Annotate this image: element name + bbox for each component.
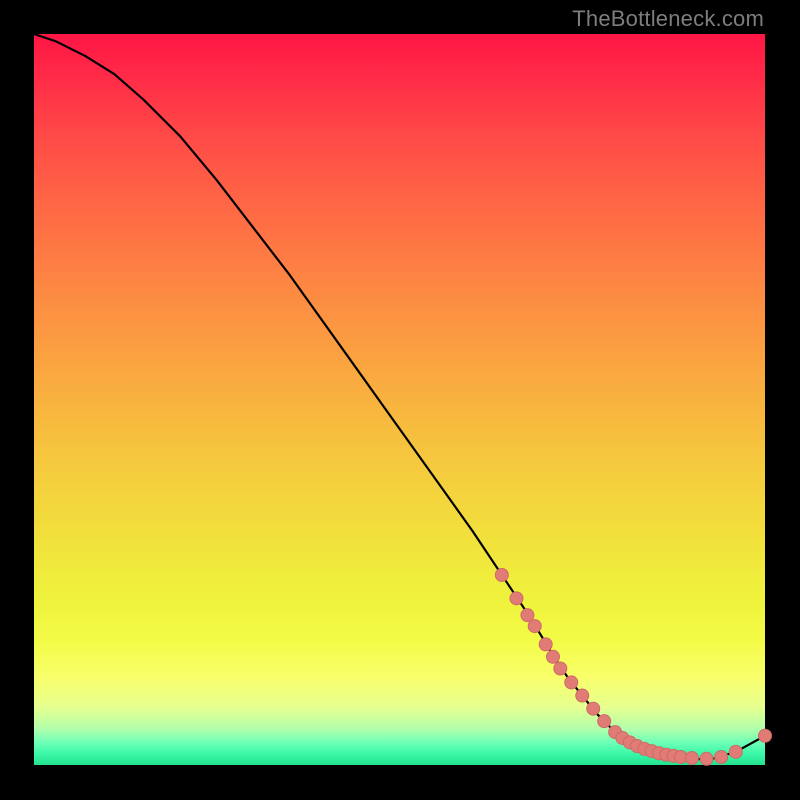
data-point <box>715 750 728 763</box>
data-point <box>700 752 713 765</box>
bottleneck-curve <box>34 34 765 759</box>
data-point <box>547 650 560 663</box>
data-point <box>554 662 567 675</box>
data-point <box>539 638 552 651</box>
data-point <box>587 702 600 715</box>
data-point <box>729 745 742 758</box>
data-point <box>495 568 508 581</box>
chart-overlay <box>34 34 765 765</box>
chart-container: TheBottleneck.com <box>0 0 800 800</box>
data-point <box>528 620 541 633</box>
data-points <box>495 568 771 765</box>
data-point <box>510 592 523 605</box>
data-point <box>576 689 589 702</box>
data-point <box>759 729 772 742</box>
data-point <box>685 752 698 765</box>
watermark-text: TheBottleneck.com <box>572 6 764 32</box>
data-point <box>598 715 611 728</box>
data-point <box>565 676 578 689</box>
